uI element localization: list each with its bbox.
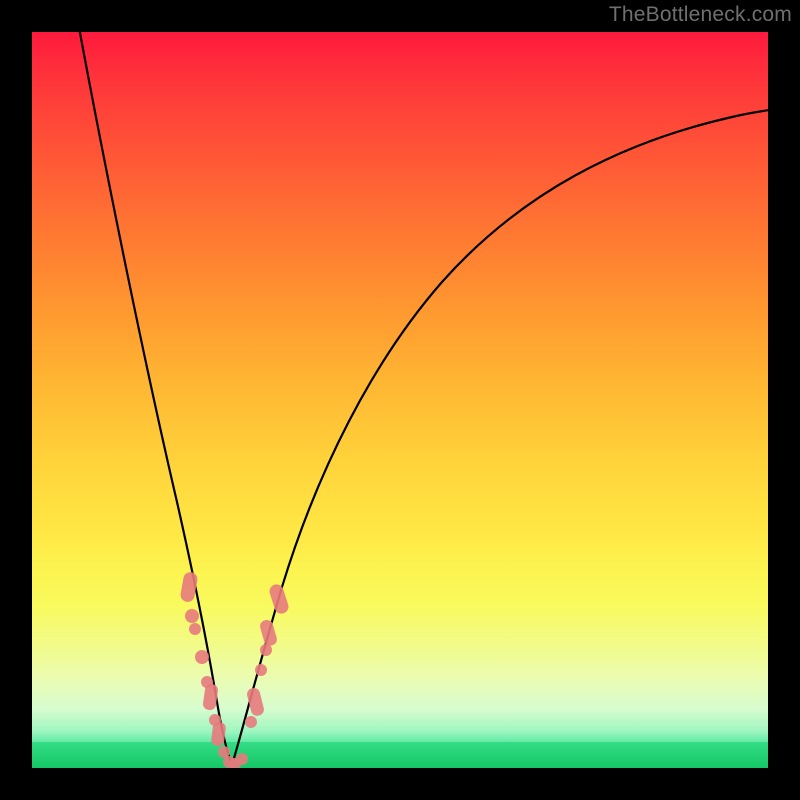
marker-dot [268, 583, 291, 616]
plot-area [32, 32, 768, 768]
marker-dot [259, 619, 279, 648]
marker-dot [189, 623, 201, 635]
right-curve-branch [232, 109, 768, 765]
marker-dot [245, 716, 257, 728]
left-curve-branch [78, 32, 232, 765]
bottleneck-curve-chart [32, 32, 768, 768]
marker-dot [185, 609, 199, 623]
marker-dot [255, 664, 267, 676]
marker-group [180, 571, 291, 768]
marker-dot [195, 650, 209, 664]
outer-frame: TheBottleneck.com [0, 0, 800, 800]
marker-dot [180, 571, 199, 603]
marker-dot [260, 644, 272, 656]
marker-dot [236, 753, 248, 765]
watermark-text: TheBottleneck.com [609, 3, 792, 27]
